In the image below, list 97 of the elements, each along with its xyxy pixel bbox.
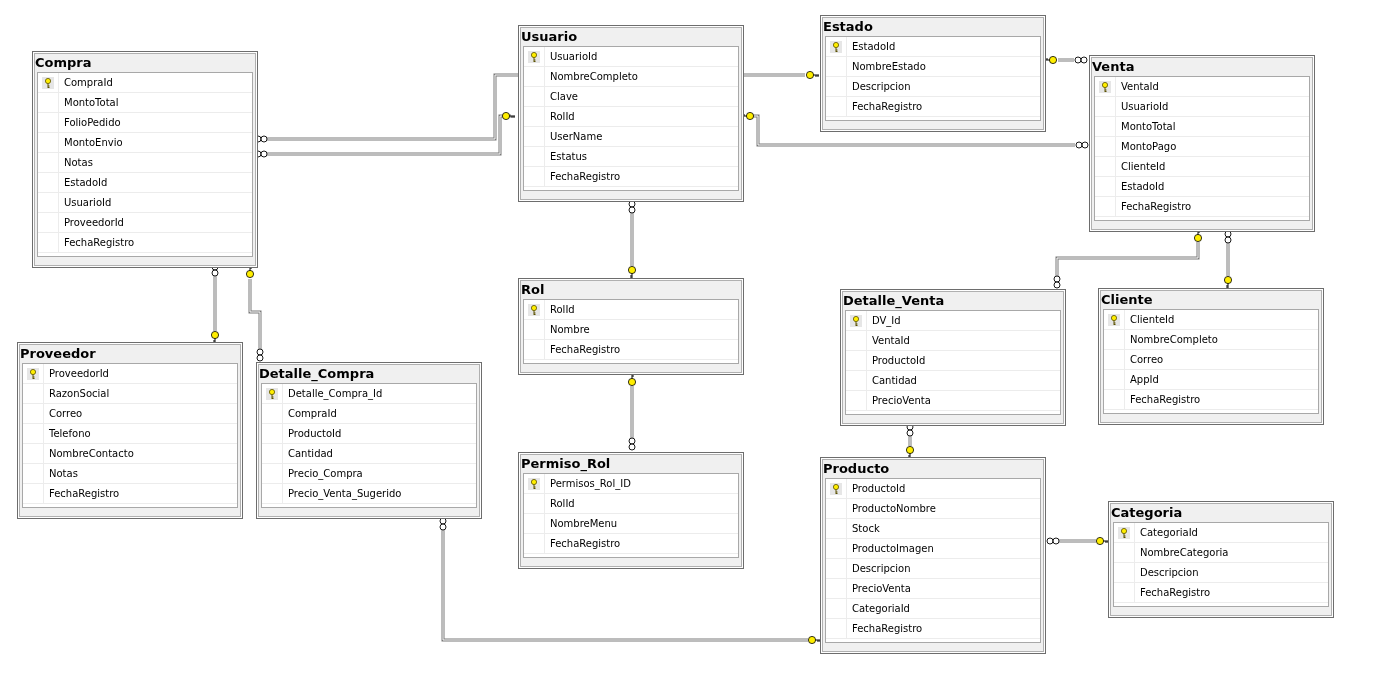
column-name: FechaRegistro — [851, 100, 923, 114]
column-name: UsuarioId — [549, 50, 598, 64]
table-card[interactable]: Categoria CategoriaId NombreCategoria Descripcion FechaRegistro — [1108, 501, 1334, 618]
column-name: Precio_Venta_Sugerido — [287, 487, 402, 502]
column-name: CompraId — [287, 407, 337, 421]
column-name: RolId — [549, 497, 575, 511]
column-name: FechaRegistro — [1139, 586, 1211, 600]
column-name: Precio_Compra — [287, 467, 363, 482]
column-name: NombreCompleto — [549, 70, 638, 84]
column-name: RolId — [549, 303, 575, 317]
column-name: FechaRegistro — [48, 487, 120, 501]
table-title: Rol — [521, 281, 546, 299]
column-name: Notas — [48, 467, 78, 481]
column-name: ProductoNombre — [851, 502, 936, 516]
relationship-connector — [906, 423, 914, 460]
column-name: Telefono — [48, 427, 91, 441]
column-name: Notas — [63, 156, 93, 170]
table-title: Usuario — [521, 28, 579, 46]
table-title: Venta — [1092, 58, 1136, 76]
column-name: NombreContacto — [48, 447, 134, 461]
column-name: MontoTotal — [63, 96, 119, 110]
table-card[interactable]: Permiso_Rol Permisos_Rol_ID RolId NombreMenu FechaRegistro — [518, 452, 744, 569]
column-name: Cantidad — [871, 374, 917, 388]
column-name: FechaRegistro — [549, 537, 621, 551]
column-name: EstadoId — [851, 40, 896, 54]
table-card[interactable]: Compra CompraId MontoTotal FolioPedido MontoEnvio Notas EstadoId UsuarioId ProveedorId FechaRegistro — [32, 51, 258, 268]
relationship-connector — [1043, 56, 1088, 64]
column-name: EstadoId — [1120, 180, 1165, 194]
column-name: Cantidad — [287, 447, 333, 461]
table-title: Permiso_Rol — [521, 455, 612, 473]
column-name: UsuarioId — [1120, 100, 1169, 114]
column-name: CategoriaId — [851, 602, 910, 616]
column-name: ProveedorId — [63, 216, 124, 230]
column-name: FechaRegistro — [549, 343, 621, 357]
column-name: Stock — [851, 522, 880, 536]
relationship-connector — [1046, 537, 1110, 545]
column-name: NombreMenu — [549, 517, 618, 531]
table-title: Categoria — [1111, 504, 1184, 522]
column-name: PrecioVenta — [871, 394, 931, 408]
column-name: ProveedorId — [48, 367, 109, 381]
table-card[interactable]: Estado EstadoId NombreEstado Descripcion FechaRegistro — [820, 15, 1046, 132]
column-name: ProductoId — [287, 427, 342, 441]
column-name: Permisos_Rol_ID — [549, 477, 631, 492]
column-name: FolioPedido — [63, 116, 121, 130]
column-name: ProductoId — [871, 354, 926, 368]
column-name: NombreEstado — [851, 60, 926, 74]
column-name: FechaRegistro — [1120, 200, 1192, 214]
column-name: Nombre — [549, 323, 590, 337]
column-name: Descripcion — [851, 80, 911, 94]
table-card[interactable]: Proveedor ProveedorId RazonSocial Correo Telefono NombreContacto Notas FechaRegistro — [17, 342, 243, 519]
table-title: Proveedor — [20, 345, 97, 363]
column-name: FechaRegistro — [1129, 393, 1201, 407]
column-name: Detalle_Compra_Id — [287, 387, 383, 402]
column-name: MontoEnvio — [63, 136, 123, 150]
column-name: FechaRegistro — [851, 622, 923, 636]
column-name: EstadoId — [63, 176, 108, 190]
column-name: RolId — [549, 110, 575, 124]
table-card[interactable]: Producto ProductoId ProductoNombre Stock ProductoImagen Descripcion PrecioVenta CategoriaId FechaRegistro — [820, 457, 1046, 654]
table-card[interactable]: Usuario UsuarioId NombreCompleto Clave RolId UserName Estatus FechaRegistro — [518, 25, 744, 202]
table-card[interactable]: Rol RolId Nombre FechaRegistro — [518, 278, 744, 375]
column-name: CategoriaId — [1139, 526, 1198, 540]
column-name: CompraId — [63, 76, 113, 90]
column-name: ClienteId — [1129, 313, 1175, 327]
column-name: ClienteId — [1120, 160, 1166, 174]
column-name: DV_Id — [871, 314, 901, 329]
table-card[interactable]: Cliente ClienteId NombreCompleto Correo AppId FechaRegistro — [1098, 288, 1324, 425]
table-card[interactable]: Detalle_Venta DV_Id VentaId ProductoId Cantidad PrecioVenta — [840, 289, 1066, 426]
column-name: VentaId — [871, 334, 910, 348]
column-name: UserName — [549, 130, 603, 144]
column-name: MontoTotal — [1120, 120, 1176, 134]
column-name: PrecioVenta — [851, 582, 911, 596]
column-name: AppId — [1129, 373, 1159, 387]
column-name: NombreCategoria — [1139, 546, 1229, 560]
table-title: Estado — [823, 18, 874, 36]
column-name: NombreCompleto — [1129, 333, 1218, 347]
table-title: Cliente — [1101, 291, 1154, 309]
column-name: FechaRegistro — [549, 170, 621, 184]
table-title: Compra — [35, 54, 93, 72]
table-card[interactable]: Detalle_Compra Detalle_Compra_Id CompraId ProductoId Cantidad Precio_Compra Precio_Venta_Sugerido — [256, 362, 482, 519]
column-name: Correo — [48, 407, 83, 421]
column-name: ProductoImagen — [851, 542, 934, 556]
relationship-connector — [1224, 230, 1232, 290]
column-name: Descripcion — [1139, 566, 1199, 580]
column-name: Correo — [1129, 353, 1164, 367]
column-name: UsuarioId — [63, 196, 112, 210]
table-card[interactable]: Venta VentaId UsuarioId MontoTotal MontoPago ClienteId EstadoId FechaRegistro — [1089, 55, 1315, 232]
table-title: Detalle_Venta — [843, 292, 946, 310]
table-title: Detalle_Compra — [259, 365, 376, 383]
table-title: Producto — [823, 460, 891, 478]
column-name: MontoPago — [1120, 140, 1177, 154]
column-name: Clave — [549, 90, 578, 104]
column-name: VentaId — [1120, 80, 1159, 94]
column-name: ProductoId — [851, 482, 906, 496]
column-name: Estatus — [549, 150, 588, 164]
column-name: FechaRegistro — [63, 236, 135, 250]
column-name: Descripcion — [851, 562, 911, 576]
column-name: RazonSocial — [48, 387, 110, 401]
